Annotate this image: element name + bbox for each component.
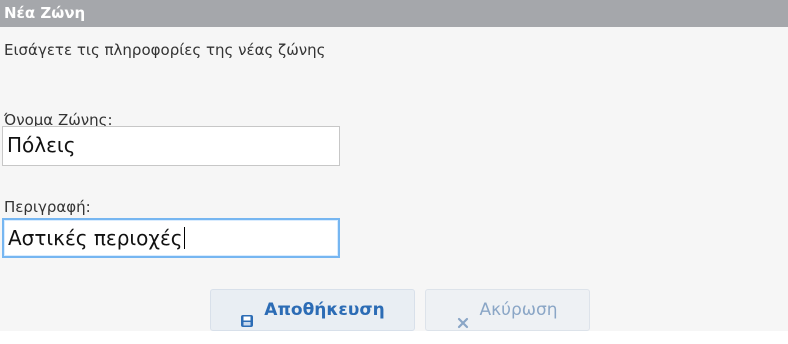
zone-name-input[interactable]: Πόλεις: [2, 126, 340, 166]
panel-title: Νέα Ζώνη: [0, 0, 788, 27]
cancel-button[interactable]: Ακύρωση: [425, 289, 590, 331]
description-value: Αστικές περιοχές: [8, 226, 183, 250]
text-caret: [183, 227, 185, 249]
zone-name-value: Πόλεις: [7, 133, 76, 157]
close-icon: [457, 304, 469, 329]
save-icon: [240, 303, 254, 327]
save-button-label: Αποθήκευση: [264, 300, 385, 320]
description-input[interactable]: Αστικές περιοχές: [2, 218, 340, 258]
form-intro-text: Εισάγετε τις πληροφορίες της νέας ζώνης: [4, 41, 326, 59]
new-zone-panel: Νέα Ζώνη Εισάγετε τις πληροφορίες της νέ…: [0, 0, 788, 331]
description-label: Περιγραφή:: [4, 198, 91, 216]
cancel-button-label: Ακύρωση: [479, 300, 558, 320]
save-button[interactable]: Αποθήκευση: [210, 289, 415, 331]
